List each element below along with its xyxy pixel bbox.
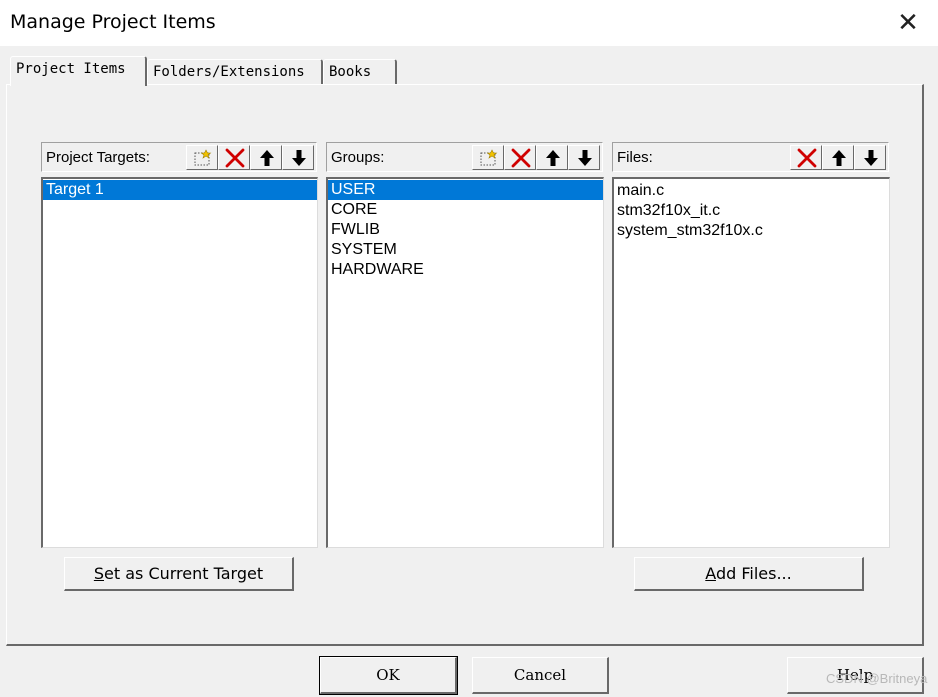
move-down-icon xyxy=(292,150,306,166)
files-list[interactable]: main.c stm32f10x_it.c system_stm32f10x.c xyxy=(612,177,890,548)
add-files-button[interactable]: Add Files... xyxy=(634,557,864,591)
close-icon[interactable]: ✕ xyxy=(893,8,923,38)
list-item[interactable]: stm32f10x_it.c xyxy=(614,201,889,221)
delete-icon xyxy=(511,148,531,168)
list-item[interactable]: system_stm32f10x.c xyxy=(614,221,889,241)
delete-target-button[interactable] xyxy=(218,145,250,170)
delete-file-button[interactable] xyxy=(790,145,822,170)
accelerator-key: S xyxy=(93,564,105,583)
move-up-icon xyxy=(832,150,846,166)
move-file-up-button[interactable] xyxy=(822,145,854,170)
list-item[interactable]: Target 1 xyxy=(43,180,317,200)
move-up-icon xyxy=(260,150,274,166)
new-icon xyxy=(480,149,498,166)
button-label: dd Files... xyxy=(715,564,792,583)
tab-books[interactable]: Books xyxy=(323,59,397,85)
tab-folders-extensions[interactable]: Folders/Extensions xyxy=(147,59,323,85)
list-item[interactable]: HARDWARE xyxy=(328,260,603,280)
move-down-icon xyxy=(578,150,592,166)
files-label: Files: xyxy=(617,149,653,166)
list-item[interactable]: USER xyxy=(328,180,603,200)
watermark: CSDN @Britneya xyxy=(826,671,928,686)
list-item[interactable]: CORE xyxy=(328,200,603,220)
tab-project-items[interactable]: Project Items xyxy=(10,56,147,86)
move-group-up-button[interactable] xyxy=(536,145,568,170)
targets-list[interactable]: Target 1 xyxy=(41,177,318,548)
list-item[interactable]: main.c xyxy=(614,181,889,201)
cancel-button[interactable]: Cancel xyxy=(472,657,609,694)
move-group-down-button[interactable] xyxy=(568,145,600,170)
groups-header: Groups: xyxy=(326,142,603,172)
new-target-button[interactable] xyxy=(186,145,218,170)
button-label: et as Current Target xyxy=(104,564,264,583)
targets-header: Project Targets: xyxy=(41,142,317,172)
tab-label: Folders/Extensions xyxy=(153,64,305,80)
new-group-button[interactable] xyxy=(472,145,504,170)
groups-label: Groups: xyxy=(331,149,385,166)
move-target-up-button[interactable] xyxy=(250,145,282,170)
title-bar: Manage Project Items ✕ xyxy=(0,0,938,46)
move-up-icon xyxy=(546,150,560,166)
set-as-current-target-button[interactable]: Set as Current Target xyxy=(64,557,294,591)
move-target-down-button[interactable] xyxy=(282,145,314,170)
list-item[interactable]: FWLIB xyxy=(328,220,603,240)
tab-label: Project Items xyxy=(16,61,126,77)
delete-group-button[interactable] xyxy=(504,145,536,170)
new-icon xyxy=(194,149,212,166)
files-header: Files: xyxy=(612,142,889,172)
window-title: Manage Project Items xyxy=(10,11,216,33)
ok-button[interactable]: OK xyxy=(319,656,458,695)
accelerator-key: A xyxy=(705,564,716,583)
targets-label: Project Targets: xyxy=(46,149,150,166)
list-item[interactable]: SYSTEM xyxy=(328,240,603,260)
groups-list[interactable]: USER CORE FWLIB SYSTEM HARDWARE xyxy=(326,177,604,548)
move-file-down-button[interactable] xyxy=(854,145,886,170)
delete-icon xyxy=(797,148,817,168)
tab-label: Books xyxy=(329,64,372,80)
delete-icon xyxy=(225,148,245,168)
move-down-icon xyxy=(864,150,878,166)
